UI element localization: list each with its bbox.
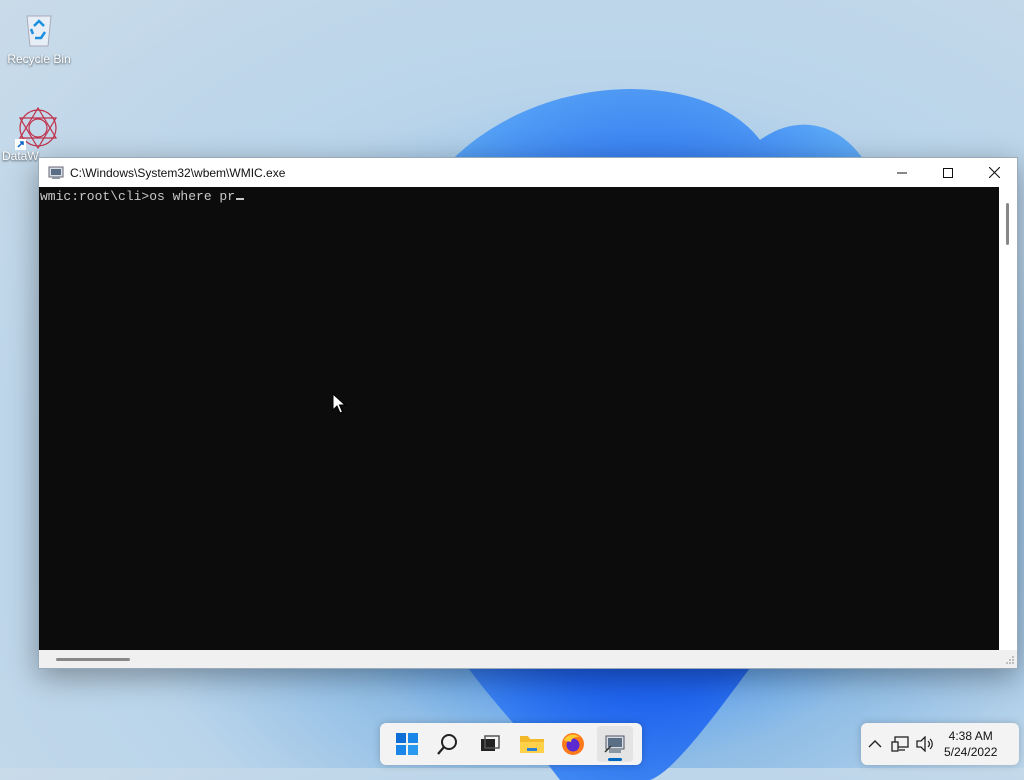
console-area[interactable]: wmic:root\cli>os where pr <box>39 187 999 650</box>
datawrapper-icon <box>15 105 58 150</box>
wmic-window[interactable]: C:\Windows\System32\wbem\WMIC.exe wmic:r… <box>38 157 1018 669</box>
system-tray: 4:38 AM 5/24/2022 <box>861 723 1019 765</box>
desktop-icon-dataw[interactable]: DataW <box>0 105 60 163</box>
show-hidden-icons-button[interactable] <box>864 739 886 749</box>
desktop-icon-label: Recycle Bin <box>7 52 71 66</box>
title-bar[interactable]: C:\Windows\System32\wbem\WMIC.exe <box>39 158 1017 187</box>
task-view-icon <box>481 735 500 751</box>
desktop-icon-recycle-bin[interactable]: Recycle Bin <box>1 8 77 66</box>
start-icon <box>395 733 418 755</box>
recycle-bin-icon <box>19 8 59 48</box>
window-title: C:\Windows\System32\wbem\WMIC.exe <box>70 165 286 180</box>
task-view-button[interactable] <box>472 726 508 762</box>
network-icon <box>891 736 909 752</box>
vertical-scroll-thumb[interactable] <box>1006 203 1009 245</box>
clock[interactable]: 4:38 AM 5/24/2022 <box>944 728 997 760</box>
taskbar <box>380 723 642 765</box>
volume-icon <box>916 736 933 752</box>
file-explorer-icon <box>519 736 544 753</box>
wmic-app-icon <box>48 166 64 180</box>
close-button[interactable] <box>971 158 1017 187</box>
clock-date: 5/24/2022 <box>944 745 998 759</box>
console-input[interactable]: os where pr <box>149 189 235 204</box>
search-icon <box>437 734 458 755</box>
maximize-icon <box>943 167 953 178</box>
minimize-button[interactable] <box>879 158 925 187</box>
mouse-pointer-icon <box>332 393 346 414</box>
wmic-taskbar-button[interactable] <box>597 726 634 762</box>
close-icon <box>988 167 1000 178</box>
file-explorer-button[interactable] <box>514 726 550 762</box>
minimize-icon <box>897 172 907 173</box>
network-button[interactable] <box>889 736 911 752</box>
wmic-icon <box>604 735 625 753</box>
firefox-button[interactable] <box>555 726 591 762</box>
search-button[interactable] <box>430 726 466 762</box>
maximize-button[interactable] <box>925 158 971 187</box>
volume-button[interactable] <box>914 736 936 752</box>
start-button[interactable] <box>389 726 425 762</box>
vertical-scrollbar[interactable] <box>999 187 1017 650</box>
chevron-up-icon <box>868 740 882 748</box>
firefox-icon <box>562 733 585 755</box>
horizontal-scrollbar[interactable] <box>39 650 1017 667</box>
clock-time: 4:38 AM <box>948 729 993 743</box>
horizontal-scroll-thumb[interactable] <box>56 658 130 661</box>
text-cursor <box>236 198 245 200</box>
resize-grip-icon[interactable] <box>1005 655 1015 665</box>
console-prompt: wmic:root\cli> <box>40 189 150 204</box>
active-indicator <box>608 758 623 761</box>
